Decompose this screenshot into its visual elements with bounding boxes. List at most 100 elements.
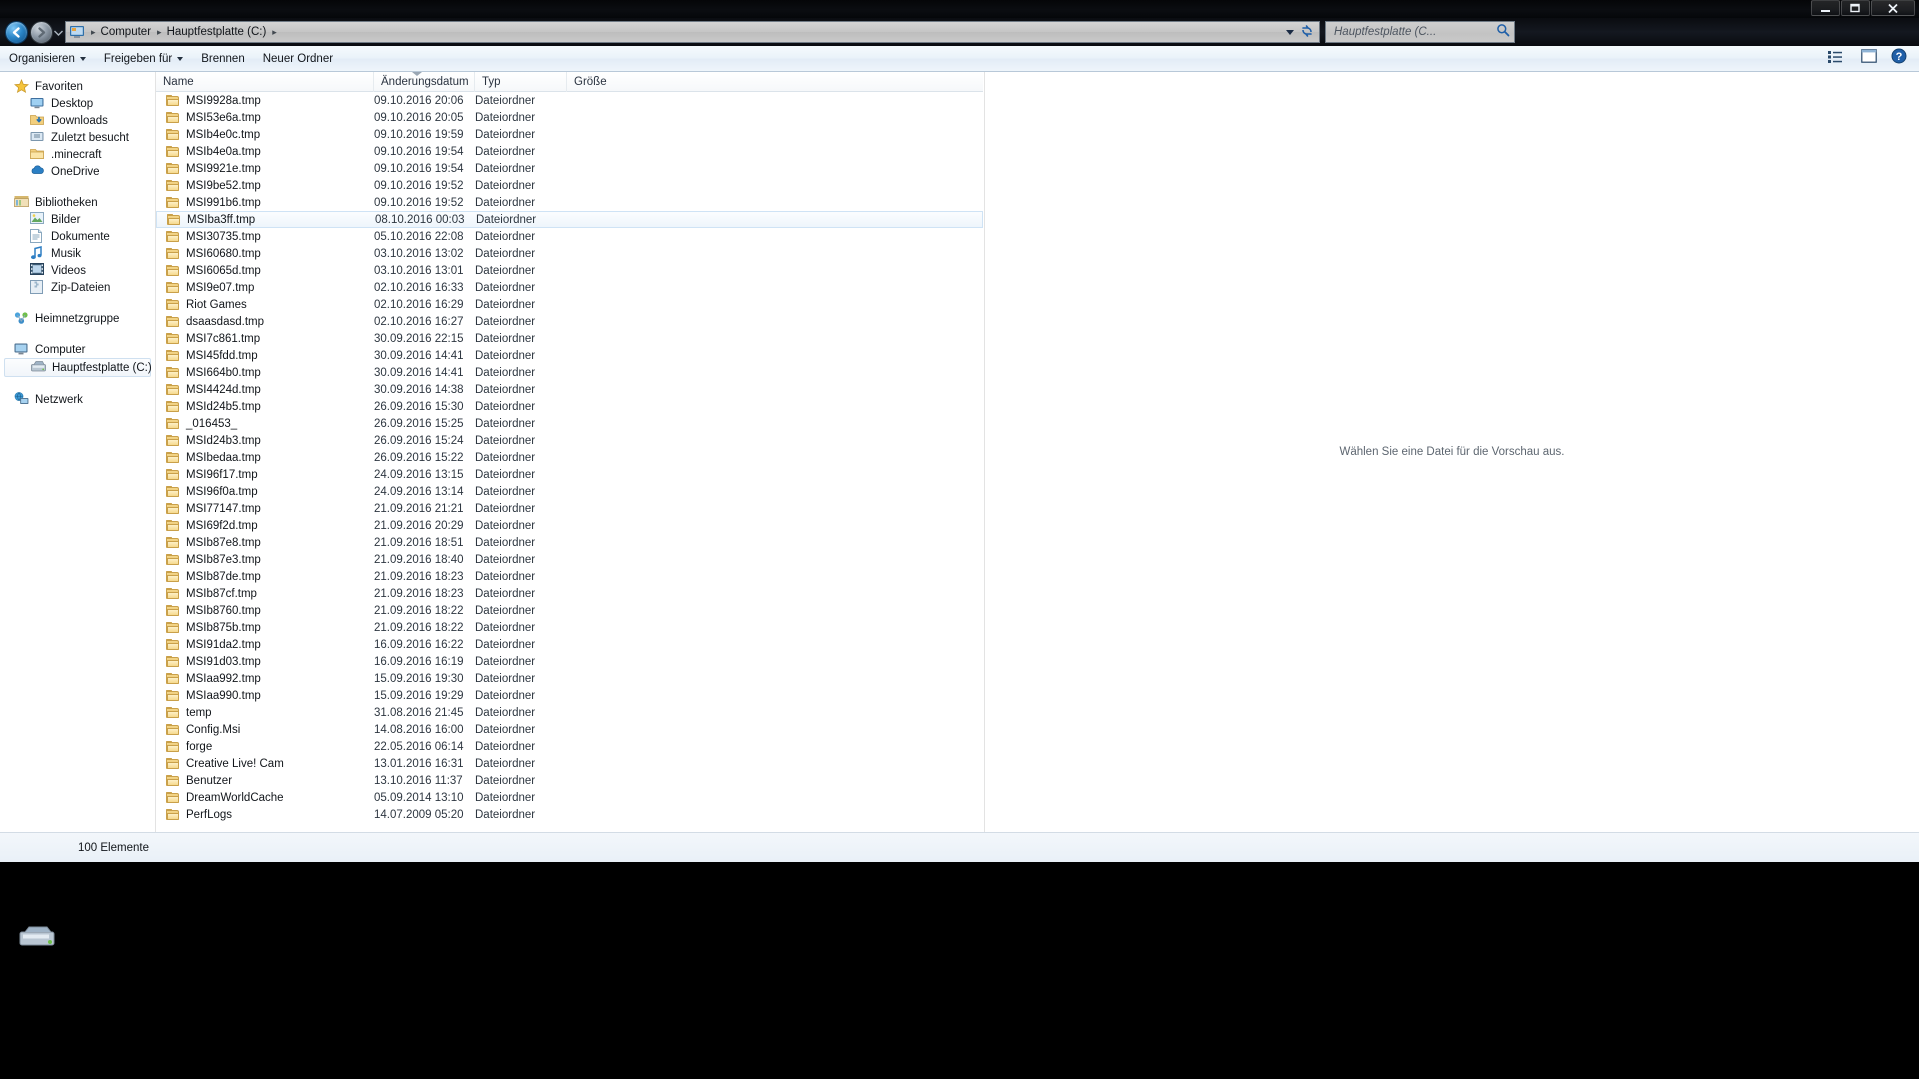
table-row[interactable]: MSIb875b.tmp 21.09.2016 18:22 Dateiordner bbox=[156, 619, 983, 636]
sidebar-group-bibliotheken[interactable]: Bibliotheken bbox=[0, 194, 155, 211]
column-header-size[interactable]: Größe bbox=[567, 72, 629, 92]
table-row[interactable]: MSId24b3.tmp 26.09.2016 15:24 Dateiordner bbox=[156, 432, 983, 449]
sidebar-item-recent-places[interactable]: Zuletzt besucht bbox=[0, 129, 155, 146]
column-header-date[interactable]: Änderungsdatum bbox=[374, 71, 475, 92]
back-button[interactable] bbox=[5, 20, 28, 44]
sidebar-group-computer[interactable]: Computer bbox=[0, 341, 155, 358]
table-row[interactable]: _016453_ 26.09.2016 15:25 Dateiordner bbox=[156, 415, 983, 432]
breadcrumb-item-computer[interactable]: Computer bbox=[99, 26, 154, 38]
table-row[interactable]: MSIb87e8.tmp 21.09.2016 18:51 Dateiordner bbox=[156, 534, 983, 551]
sidebar-group-heimnetzgruppe[interactable]: Heimnetzgruppe bbox=[0, 310, 155, 327]
history-dropdown-button[interactable] bbox=[53, 21, 64, 44]
table-row[interactable]: MSI45fdd.tmp 30.09.2016 14:41 Dateiordner bbox=[156, 347, 983, 364]
table-row[interactable]: MSI77147.tmp 21.09.2016 21:21 Dateiordner bbox=[156, 500, 983, 517]
sidebar-item-musik[interactable]: Musik bbox=[0, 245, 155, 262]
sidebar-item-hauptfestplatte-c[interactable]: Hauptfestplatte (C:) bbox=[4, 358, 152, 377]
column-header-name[interactable]: Name bbox=[156, 71, 374, 92]
table-row[interactable]: MSI53e6a.tmp 09.10.2016 20:05 Dateiordner bbox=[156, 109, 983, 126]
maximize-button[interactable] bbox=[1841, 0, 1870, 16]
table-row[interactable]: MSI91d03.tmp 16.09.2016 16:19 Dateiordner bbox=[156, 653, 983, 670]
close-button[interactable] bbox=[1871, 0, 1915, 16]
table-row[interactable]: MSI7c861.tmp 30.09.2016 22:15 Dateiordner bbox=[156, 330, 983, 347]
table-row[interactable]: MSIaa990.tmp 15.09.2016 19:29 Dateiordner bbox=[156, 687, 983, 704]
view-options-button[interactable] bbox=[1822, 48, 1853, 70]
folder-icon bbox=[166, 247, 180, 260]
table-row[interactable]: MSIb87de.tmp 21.09.2016 18:23 Dateiordner bbox=[156, 568, 983, 585]
table-row[interactable]: DreamWorldCache 05.09.2014 13:10 Dateiordn… bbox=[156, 789, 983, 806]
table-row[interactable]: MSI9e07.tmp 02.10.2016 16:33 Dateiordner bbox=[156, 279, 983, 296]
preview-pane-button[interactable] bbox=[1855, 47, 1883, 70]
table-row[interactable]: Benutzer 13.10.2016 11:37 Dateiordner bbox=[156, 772, 983, 789]
search-input[interactable]: Hauptfestplatte (C... bbox=[1334, 26, 1436, 38]
burn-button[interactable]: Brennen bbox=[192, 50, 253, 68]
search-box[interactable]: Hauptfestplatte (C... bbox=[1325, 21, 1515, 43]
table-row[interactable]: MSI69f2d.tmp 21.09.2016 20:29 Dateiordner bbox=[156, 517, 983, 534]
table-row[interactable]: MSI96f0a.tmp 24.09.2016 13:14 Dateiordner bbox=[156, 483, 983, 500]
table-row[interactable]: MSI991b6.tmp 09.10.2016 19:52 Dateiordner bbox=[156, 194, 983, 211]
sidebar-item-dokumente[interactable]: Dokumente bbox=[0, 228, 155, 245]
forward-button[interactable] bbox=[30, 20, 53, 44]
share-with-button[interactable]: Freigeben für bbox=[95, 50, 192, 68]
sidebar-item-desktop[interactable]: Desktop bbox=[0, 95, 155, 112]
sidebar-group-netzwerk[interactable]: Netzwerk bbox=[0, 391, 155, 408]
organize-button[interactable]: Organisieren bbox=[0, 50, 95, 68]
taskbar-explorer-icon[interactable] bbox=[18, 925, 58, 951]
sidebar-item-minecraft[interactable]: .minecraft bbox=[0, 146, 155, 163]
file-name-label: MSIb87e8.tmp bbox=[186, 536, 261, 549]
column-header-name-label: Name bbox=[163, 75, 194, 88]
file-name-label: MSI77147.tmp bbox=[186, 502, 261, 515]
address-dropdown-icon[interactable] bbox=[1286, 29, 1294, 35]
table-row[interactable]: MSIb4e0c.tmp 09.10.2016 19:59 Dateiordner bbox=[156, 126, 983, 143]
table-row[interactable]: MSIba3ff.tmp 08.10.2016 00:03 Dateiordner bbox=[156, 211, 983, 228]
table-row[interactable]: MSI4424d.tmp 30.09.2016 14:38 Dateiordner bbox=[156, 381, 983, 398]
sidebar-item-videos[interactable]: Videos bbox=[0, 262, 155, 279]
table-row[interactable]: MSIb4e0a.tmp 09.10.2016 19:54 Dateiordner bbox=[156, 143, 983, 160]
table-row[interactable]: temp 31.08.2016 21:45 Dateiordner bbox=[156, 704, 983, 721]
breadcrumb[interactable]: ▸ Computer ▸ Hauptfestplatte (C:) ▸ bbox=[65, 21, 1320, 43]
table-row[interactable]: Riot Games 02.10.2016 16:29 Dateiordner bbox=[156, 296, 983, 313]
table-row[interactable]: MSIb87e3.tmp 21.09.2016 18:40 Dateiordner bbox=[156, 551, 983, 568]
sidebar-item-onedrive[interactable]: OneDrive bbox=[0, 163, 155, 180]
table-row[interactable]: MSIbedaa.tmp 26.09.2016 15:22 Dateiordner bbox=[156, 449, 983, 466]
table-row[interactable]: Config.Msi 14.08.2016 16:00 Dateiordner bbox=[156, 721, 983, 738]
table-row[interactable]: MSI91da2.tmp 16.09.2016 16:22 Dateiordner bbox=[156, 636, 983, 653]
table-row[interactable]: dsaasdasd.tmp 02.10.2016 16:27 Dateiordner bbox=[156, 313, 983, 330]
sidebar-item-zip-dateien[interactable]: Zip-Dateien bbox=[0, 279, 155, 296]
preview-message: Wählen Sie eine Datei für die Vorschau a… bbox=[1339, 446, 1565, 458]
table-row[interactable]: MSId24b5.tmp 26.09.2016 15:30 Dateiordner bbox=[156, 398, 983, 415]
sidebar-item-bilder[interactable]: Bilder bbox=[0, 211, 155, 228]
chevron-down-icon bbox=[177, 56, 184, 61]
file-name-label: MSI91da2.tmp bbox=[186, 638, 261, 651]
cell-date: 15.09.2016 19:30 bbox=[374, 672, 464, 685]
table-row[interactable]: MSI9be52.tmp 09.10.2016 19:52 Dateiordner bbox=[156, 177, 983, 194]
table-row[interactable]: MSI9921e.tmp 09.10.2016 19:54 Dateiordner bbox=[156, 160, 983, 177]
cell-name: MSIba3ff.tmp bbox=[157, 213, 375, 226]
table-row[interactable]: Creative Live! Cam 13.01.2016 16:31 Dateio… bbox=[156, 755, 983, 772]
sidebar-group-label: Favoriten bbox=[35, 80, 83, 93]
table-row[interactable]: MSI6065d.tmp 03.10.2016 13:01 Dateiordner bbox=[156, 262, 983, 279]
table-row[interactable]: MSI664b0.tmp 30.09.2016 14:41 Dateiordner bbox=[156, 364, 983, 381]
table-row[interactable]: PerfLogs 14.07.2009 05:20 Dateiordner bbox=[156, 806, 983, 823]
column-header-type[interactable]: Typ bbox=[475, 71, 567, 92]
table-row[interactable]: MSI96f17.tmp 24.09.2016 13:15 Dateiordner bbox=[156, 466, 983, 483]
table-row[interactable]: MSI9928a.tmp 09.10.2016 20:06 Dateiordner bbox=[156, 92, 983, 109]
table-row[interactable]: MSIb87cf.tmp 21.09.2016 18:23 Dateiordner bbox=[156, 585, 983, 602]
new-folder-button[interactable]: Neuer Ordner bbox=[254, 50, 342, 68]
breadcrumb-item-drive-c[interactable]: Hauptfestplatte (C:) bbox=[165, 26, 269, 38]
table-row[interactable]: MSI60680.tmp 03.10.2016 13:02 Dateiordner bbox=[156, 245, 983, 262]
minimize-button[interactable] bbox=[1811, 0, 1840, 16]
refresh-icon[interactable] bbox=[1300, 24, 1317, 40]
sidebar-item-downloads[interactable]: Downloads bbox=[0, 112, 155, 129]
desktop-backdrop bbox=[0, 862, 1919, 1079]
cell-date: 03.10.2016 13:02 bbox=[374, 247, 464, 260]
cell-date: 08.10.2016 00:03 bbox=[375, 213, 465, 226]
cell-type: Dateiordner bbox=[475, 638, 536, 651]
sidebar-group-favoriten[interactable]: Favoriten bbox=[0, 78, 155, 95]
table-row[interactable]: MSIb8760.tmp 21.09.2016 18:22 Dateiordner bbox=[156, 602, 983, 619]
table-row[interactable]: forge 22.05.2016 06:14 Dateiordner bbox=[156, 738, 983, 755]
table-row[interactable]: MSI30735.tmp 05.10.2016 22:08 Dateiordner bbox=[156, 228, 983, 245]
help-button[interactable]: ? bbox=[1885, 46, 1913, 71]
cell-type: Dateiordner bbox=[475, 247, 536, 260]
table-row[interactable]: MSIaa992.tmp 15.09.2016 19:30 Dateiordner bbox=[156, 670, 983, 687]
